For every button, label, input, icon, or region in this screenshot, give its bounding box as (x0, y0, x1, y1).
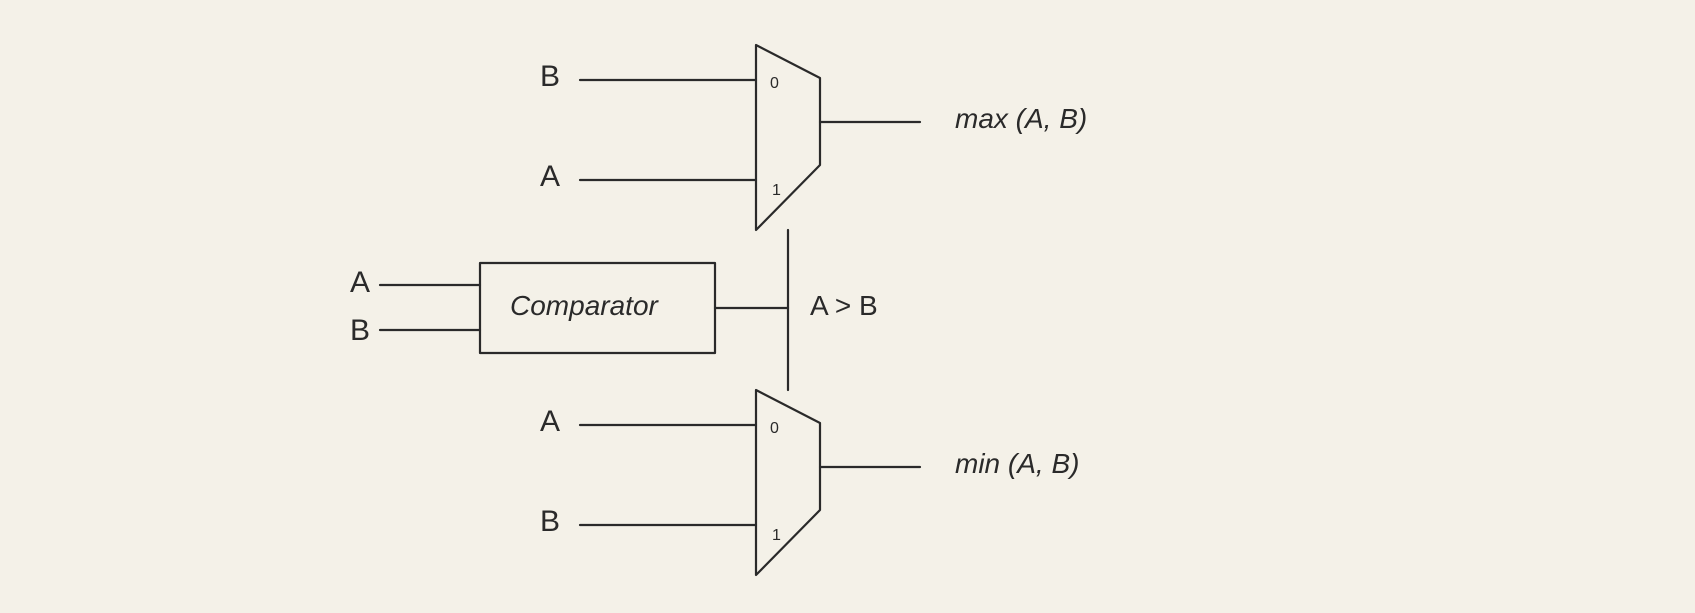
mux-top-sel1: 1 (772, 182, 781, 199)
comparator-label: Comparator (510, 292, 658, 320)
comp-in-a-label: A (350, 268, 370, 298)
mux-top-out-label: max (A, B) (955, 105, 1087, 133)
mux-bot-sel1: 1 (772, 527, 781, 544)
mux-top-in1-label: A (540, 162, 560, 192)
mux-top-sel0: 0 (770, 75, 779, 92)
mux-bot-in1-label: B (540, 507, 560, 537)
mux-top-shape (756, 45, 820, 230)
mux-top-in0-label: B (540, 62, 560, 92)
comp-in-b-label: B (350, 316, 370, 346)
comp-out-label: A > B (810, 292, 878, 320)
diagram-canvas: 0 1 0 1 A B Comparator A > B B A max (A,… (0, 0, 1695, 613)
mux-bottom-shape (756, 390, 820, 575)
mux-bot-out-label: min (A, B) (955, 450, 1079, 478)
mux-bot-sel0: 0 (770, 420, 779, 437)
mux-bot-in0-label: A (540, 407, 560, 437)
